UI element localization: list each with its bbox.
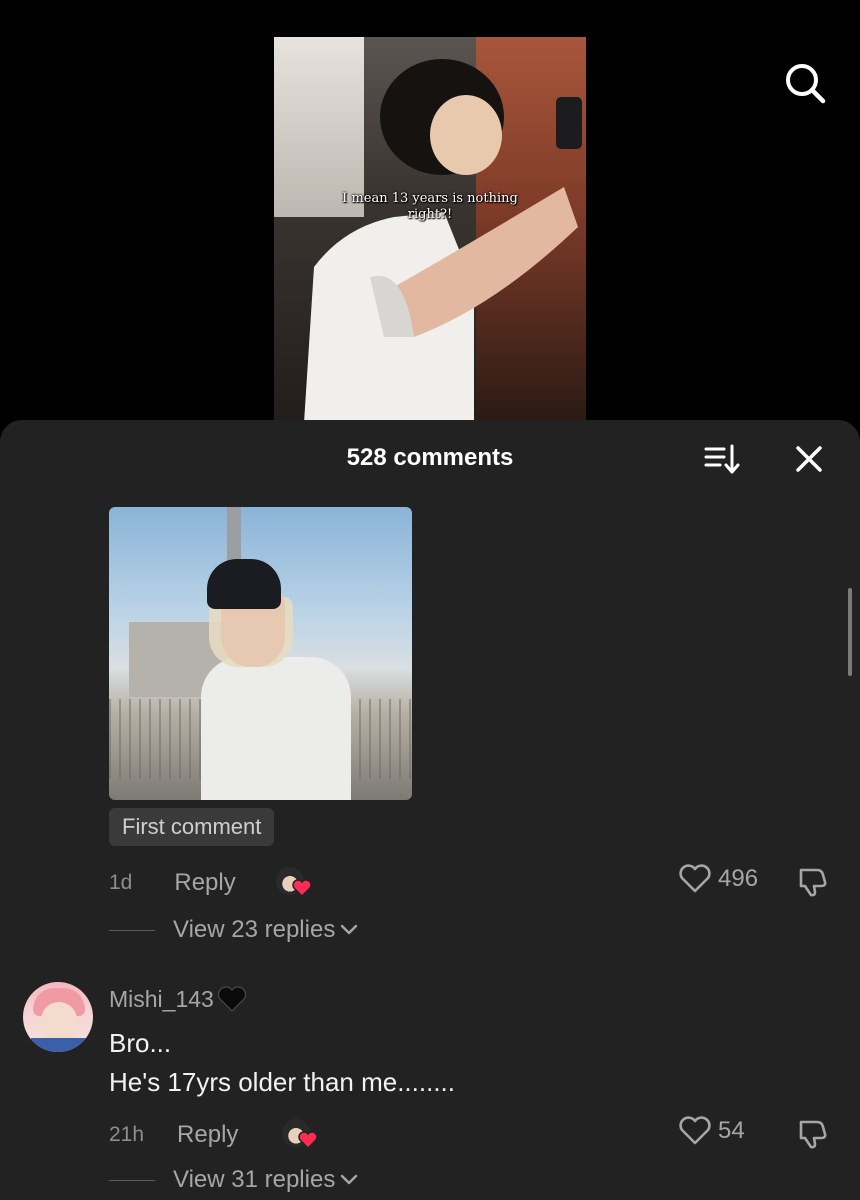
comments-sheet: 528 comments First comment 1d Reply 496 …: [0, 420, 860, 1200]
like-button[interactable]: 54: [678, 1116, 745, 1146]
video-preview[interactable]: I mean 13 years is nothing right?!: [274, 37, 586, 423]
comment-meta-row: 21h Reply: [109, 1117, 238, 1153]
comment-photo[interactable]: [109, 507, 412, 800]
view-replies-button[interactable]: View 23 replies: [109, 916, 359, 944]
comment-line: He's 17yrs older than me........: [109, 1067, 455, 1097]
replies-divider: [109, 929, 155, 931]
avatar-detail: [31, 1038, 87, 1052]
heart-outline-icon: [679, 864, 711, 893]
thumbs-down-icon: [799, 1120, 827, 1149]
comment-line: Bro...: [109, 1028, 172, 1058]
like-count: 496: [718, 865, 759, 892]
comment-time: 21h: [109, 1123, 145, 1146]
chevron-down-icon: [341, 1174, 358, 1185]
heart-outline-icon: [679, 1116, 711, 1145]
view-replies-label: View 23 replies: [173, 916, 336, 943]
dislike-button[interactable]: [792, 1116, 832, 1152]
user-avatar[interactable]: [23, 982, 93, 1052]
reply-button[interactable]: Reply: [177, 1121, 238, 1149]
chevron-down-icon: [341, 924, 358, 935]
comment-username[interactable]: Mishi_143: [109, 984, 247, 1014]
tiktok-comments-screen: I mean 13 years is nothing right?! 528 c…: [0, 0, 860, 1200]
like-button[interactable]: 496: [678, 864, 758, 894]
like-count: 54: [718, 1117, 745, 1144]
black-heart-icon: [217, 986, 246, 1012]
reply-button[interactable]: Reply: [174, 869, 235, 897]
video-caption: I mean 13 years is nothing right?!: [342, 191, 518, 222]
sort-comments-button[interactable]: [700, 440, 744, 478]
comment-time: 1d: [109, 871, 133, 894]
first-comment-badge: First comment: [109, 808, 275, 846]
close-icon: [796, 446, 822, 472]
comment-meta-row: 1d Reply: [109, 865, 236, 901]
video-subject-illustration: [304, 59, 582, 423]
replies-divider: [109, 1179, 155, 1181]
view-replies-label: View 31 replies: [173, 1166, 336, 1193]
view-replies-button[interactable]: View 31 replies: [109, 1166, 359, 1194]
heart-icon: [298, 1131, 318, 1149]
dislike-button[interactable]: [792, 864, 832, 900]
search-icon: [786, 64, 826, 104]
sort-icon: [704, 444, 740, 474]
username-text: Mishi_143: [109, 986, 214, 1012]
thumbs-down-icon: [799, 868, 827, 897]
creator-liked-indicator: [276, 867, 314, 901]
search-button[interactable]: [780, 58, 830, 108]
heart-icon: [292, 879, 312, 897]
scrollbar[interactable]: [848, 588, 852, 676]
creator-liked-indicator: [282, 1119, 320, 1153]
photo-detail: [207, 559, 281, 609]
comment-body: Bro... He's 17yrs older than me........: [109, 1024, 455, 1102]
photo-detail: [201, 657, 351, 800]
close-comments-button[interactable]: [788, 440, 830, 478]
